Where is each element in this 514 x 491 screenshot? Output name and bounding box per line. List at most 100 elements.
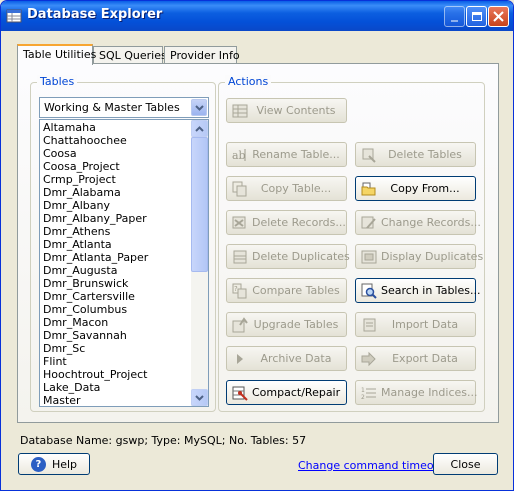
delete-tables-button[interactable]: Delete Tables: [355, 142, 476, 167]
scroll-thumb[interactable]: [191, 137, 208, 272]
delete-records-icon: [232, 215, 248, 231]
close-button[interactable]: Close: [433, 453, 498, 475]
table-list-item[interactable]: Dmr_Macon: [40, 316, 192, 329]
display-duplicates-button[interactable]: Display Duplicates: [355, 244, 483, 269]
table-list-item[interactable]: Dmr_Brunswick: [40, 277, 192, 290]
table-filter-value: Working & Master Tables: [44, 101, 180, 114]
chevron-down-icon: [194, 104, 204, 111]
indices-icon: 12: [361, 385, 377, 401]
svg-text:?: ?: [234, 285, 238, 293]
change-records-button[interactable]: Change Records...: [355, 210, 481, 235]
scroll-up-button[interactable]: [191, 120, 208, 137]
compact-repair-label: Compact/Repair: [252, 386, 341, 399]
manage-indices-button[interactable]: 12 Manage Indices...: [355, 380, 477, 405]
compare-icon: ?: [232, 283, 248, 299]
minimize-icon: [451, 19, 458, 22]
tables-listbox[interactable]: Altamaha Chattahoochee Coosa Coosa_Project C…: [39, 119, 209, 407]
table-list-item[interactable]: Dmr_Albany: [40, 199, 192, 212]
import-data-button[interactable]: Import Data: [355, 312, 476, 337]
manage-indices-label: Manage Indices...: [381, 386, 478, 399]
table-list-item[interactable]: Dmr_Alabama: [40, 186, 192, 199]
scroll-down-button[interactable]: [191, 389, 208, 406]
database-explorer-icon: [6, 8, 22, 24]
export-data-label: Export Data: [392, 352, 458, 365]
minimize-button[interactable]: [444, 6, 465, 27]
upgrade-tables-button[interactable]: Upgrade Tables: [226, 312, 347, 337]
archive-data-label: Archive Data: [260, 352, 332, 365]
tab-label: Table Utilities: [23, 48, 97, 61]
delete-records-button[interactable]: Delete Records...: [226, 210, 347, 235]
table-grid-icon: [232, 103, 248, 119]
import-icon: [361, 317, 377, 333]
table-list-item[interactable]: Master: [40, 394, 192, 406]
table-list-item[interactable]: Dmr_Athens: [40, 225, 192, 238]
rename-table-label: Rename Table...: [252, 148, 340, 161]
tables-scrollbar[interactable]: [191, 120, 208, 406]
table-filter-select[interactable]: Working & Master Tables: [39, 97, 209, 118]
database-status-text: Database Name: gswp; Type: MySQL; No. Ta…: [20, 434, 307, 447]
table-list-item[interactable]: Lake_Data: [40, 381, 192, 394]
table-list-item[interactable]: Chattahoochee: [40, 134, 192, 147]
help-label: Help: [51, 457, 78, 471]
dropdown-button[interactable]: [191, 99, 207, 116]
table-list-item[interactable]: Dmr_Sc: [40, 342, 192, 355]
table-list-item[interactable]: Coosa: [40, 147, 192, 160]
svg-text:2: 2: [361, 394, 365, 401]
table-list-item[interactable]: Hoochtrout_Project: [40, 368, 192, 381]
database-explorer-window: Database Explorer Table Utilities SQL Qu…: [0, 0, 514, 491]
table-list-item[interactable]: Coosa_Project: [40, 160, 192, 173]
export-data-button[interactable]: Export Data: [355, 346, 476, 371]
svg-text:ab: ab: [232, 149, 246, 162]
table-list-item[interactable]: Dmr_Columbus: [40, 303, 192, 316]
chevron-down-icon: [195, 394, 204, 401]
table-list-item[interactable]: Dmr_Cartersville: [40, 290, 192, 303]
display-duplicates-icon: [361, 249, 377, 265]
table-list-item[interactable]: Flint: [40, 355, 192, 368]
close-label: Close: [450, 457, 481, 471]
help-icon: ?: [30, 456, 46, 472]
copy-icon: [232, 181, 248, 197]
table-list-item[interactable]: Dmr_Atlanta: [40, 238, 192, 251]
view-contents-label: View Contents: [256, 104, 336, 117]
tab-sql-queries[interactable]: SQL Queries: [93, 46, 167, 64]
maximize-icon: [471, 12, 482, 21]
tab-table-utilities[interactable]: Table Utilities: [17, 44, 97, 65]
table-list-item[interactable]: Altamaha: [40, 121, 192, 134]
copy-table-label: Copy Table...: [260, 182, 332, 195]
title-bar[interactable]: Database Explorer: [1, 1, 513, 31]
copy-from-label: Copy From...: [390, 182, 460, 195]
compare-tables-button[interactable]: ? Compare Tables: [226, 278, 347, 303]
search-in-tables-label: Search in Tables...: [381, 284, 481, 297]
copy-from-button[interactable]: Copy From...: [355, 176, 476, 201]
folder-icon: [361, 181, 377, 197]
table-list-item[interactable]: Dmr_Atlanta_Paper: [40, 251, 192, 264]
chevron-up-icon: [195, 125, 204, 132]
table-list-item[interactable]: Dmr_Albany_Paper: [40, 212, 192, 225]
search-in-tables-button[interactable]: Search in Tables...: [355, 278, 480, 303]
svg-text:1: 1: [361, 387, 365, 394]
help-button[interactable]: ? Help: [18, 453, 90, 475]
close-window-button[interactable]: [488, 6, 509, 27]
duplicates-icon: [232, 249, 248, 265]
compact-repair-button[interactable]: Compact/Repair: [226, 380, 347, 405]
table-list-item[interactable]: Dmr_Augusta: [40, 264, 192, 277]
table-list-item[interactable]: Crmp_Project: [40, 173, 192, 186]
upgrade-tables-label: Upgrade Tables: [253, 318, 339, 331]
view-contents-button[interactable]: View Contents: [226, 98, 347, 123]
rename-table-button[interactable]: ab Rename Table...: [226, 142, 347, 167]
import-data-label: Import Data: [391, 318, 459, 331]
close-icon: [493, 11, 504, 22]
upgrade-icon: [232, 316, 248, 333]
table-list-item[interactable]: Dmr_Savannah: [40, 329, 192, 342]
tab-label: SQL Queries: [99, 49, 167, 62]
archive-arrow-icon: [232, 351, 248, 367]
copy-table-button[interactable]: Copy Table...: [226, 176, 347, 201]
export-arrows-icon: [361, 351, 377, 367]
tab-provider-info[interactable]: Provider Info: [164, 46, 240, 64]
archive-data-button[interactable]: Archive Data: [226, 346, 347, 371]
window-title: Database Explorer: [27, 7, 163, 22]
change-records-label: Change Records...: [381, 216, 481, 229]
delete-duplicates-button[interactable]: Delete Duplicates: [226, 244, 350, 269]
maximize-button[interactable]: [466, 6, 487, 27]
change-command-timeout-link[interactable]: Change command timeout: [298, 459, 445, 472]
